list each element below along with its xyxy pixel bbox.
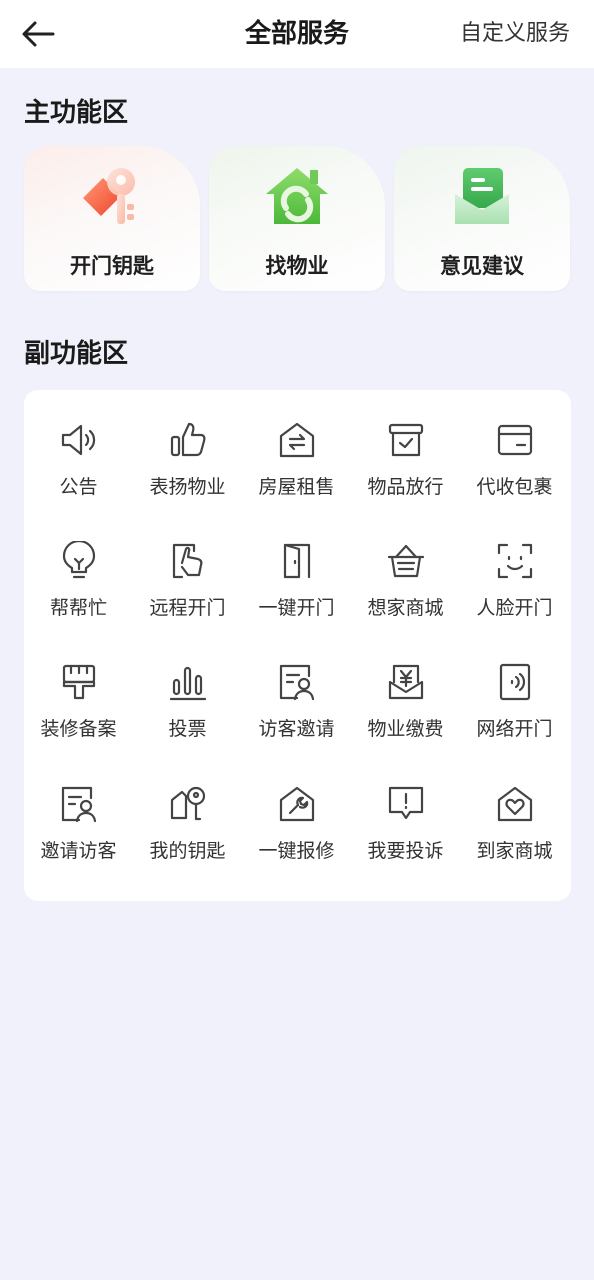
grid-item-repair[interactable]: 一键报修: [242, 754, 351, 862]
feedback-envelope-icon: [447, 164, 517, 230]
grid-item-label: 公告: [59, 476, 98, 498]
grid-item-label: 房屋租售: [258, 476, 335, 498]
grid-item-property-fee[interactable]: 物业缴费: [351, 632, 460, 740]
grid-item-label: 网络开门: [476, 718, 553, 740]
grid-item-label: 一键开门: [258, 597, 335, 619]
grid-item-help[interactable]: 帮帮忙: [24, 511, 133, 619]
grid-item-rental[interactable]: 房屋租售: [242, 390, 351, 498]
wrench-house-icon: [275, 784, 319, 824]
yen-payment-icon: [384, 662, 428, 702]
grid-item-network-open[interactable]: 网络开门: [460, 632, 569, 740]
grid-item-parcel[interactable]: 代收包裹: [460, 390, 569, 498]
thumbs-up-icon: [166, 420, 210, 460]
my-keys-icon: [166, 784, 210, 824]
grid-item-one-key-open[interactable]: 一键开门: [242, 511, 351, 619]
main-card-property[interactable]: 找物业: [209, 146, 385, 291]
complaint-icon: [384, 784, 428, 824]
main-card-label: 开门钥匙: [70, 254, 154, 278]
basket-icon: [384, 541, 428, 581]
grid-item-label: 远程开门: [149, 597, 226, 619]
main-section-title: 主功能区: [24, 98, 129, 128]
lightbulb-icon: [57, 541, 101, 581]
grid-item-renovation[interactable]: 装修备案: [24, 632, 133, 740]
custom-service-link[interactable]: 自定义服务: [460, 0, 570, 68]
grid-item-label: 装修备案: [40, 718, 117, 740]
visitor-card-icon: [275, 662, 319, 702]
heart-house-icon: [493, 784, 537, 824]
door-icon: [275, 541, 319, 581]
grid-item-label: 物业缴费: [367, 718, 444, 740]
key-icon: [77, 164, 147, 230]
grid-item-label: 想家商城: [367, 597, 444, 619]
grid-item-label: 我要投诉: [367, 840, 444, 862]
remote-tap-icon: [166, 541, 210, 581]
grid-item-label: 投票: [168, 718, 207, 740]
property-house-icon: [262, 164, 332, 230]
grid-item-vote[interactable]: 投票: [133, 632, 242, 740]
grid-item-home-delivery-mall[interactable]: 到家商城: [460, 754, 569, 862]
grid-item-complaint[interactable]: 我要投诉: [351, 754, 460, 862]
grid-item-label: 我的钥匙: [149, 840, 226, 862]
grid-item-label: 物品放行: [367, 476, 444, 498]
grid-item-face-open[interactable]: 人脸开门: [460, 511, 569, 619]
main-card-label: 找物业: [265, 254, 329, 278]
grid-item-label: 一键报修: [258, 840, 335, 862]
grid-item-my-keys[interactable]: 我的钥匙: [133, 754, 242, 862]
paint-brush-icon: [57, 662, 101, 702]
grid-item-label: 到家商城: [476, 840, 553, 862]
top-bar: 全部服务 自定义服务: [0, 0, 594, 68]
grid-item-label: 代收包裹: [476, 476, 553, 498]
grid-item-item-release[interactable]: 物品放行: [351, 390, 460, 498]
sub-function-panel: 公告 表扬物业 房屋租售 物品放行 代收包裹 帮帮忙 远程开门 一键开门 想家商…: [24, 390, 571, 901]
nfc-door-icon: [493, 662, 537, 702]
grid-item-praise[interactable]: 表扬物业: [133, 390, 242, 498]
face-scan-icon: [493, 541, 537, 581]
grid-item-label: 访客邀请: [258, 718, 335, 740]
grid-item-home-mall[interactable]: 想家商城: [351, 511, 460, 619]
main-card-label: 意见建议: [440, 254, 524, 278]
grid-item-invite-visitor[interactable]: 邀请访客: [24, 754, 133, 862]
grid-item-label: 表扬物业: [149, 476, 226, 498]
grid-item-announcement[interactable]: 公告: [24, 390, 133, 498]
grid-item-label: 邀请访客: [40, 840, 117, 862]
main-card-feedback[interactable]: 意见建议: [394, 146, 570, 291]
house-exchange-icon: [275, 420, 319, 460]
grid-item-label: 帮帮忙: [49, 597, 107, 619]
invite-visitor-icon: [57, 784, 101, 824]
grid-item-label: 人脸开门: [476, 597, 553, 619]
grid-item-remote-open[interactable]: 远程开门: [133, 511, 242, 619]
grid-item-visitor-invite[interactable]: 访客邀请: [242, 632, 351, 740]
speaker-icon: [57, 420, 101, 460]
bar-chart-icon: [166, 662, 210, 702]
main-card-key[interactable]: 开门钥匙: [24, 146, 200, 291]
parcel-icon: [493, 420, 537, 460]
package-box-icon: [384, 420, 428, 460]
sub-section-title: 副功能区: [24, 339, 129, 369]
